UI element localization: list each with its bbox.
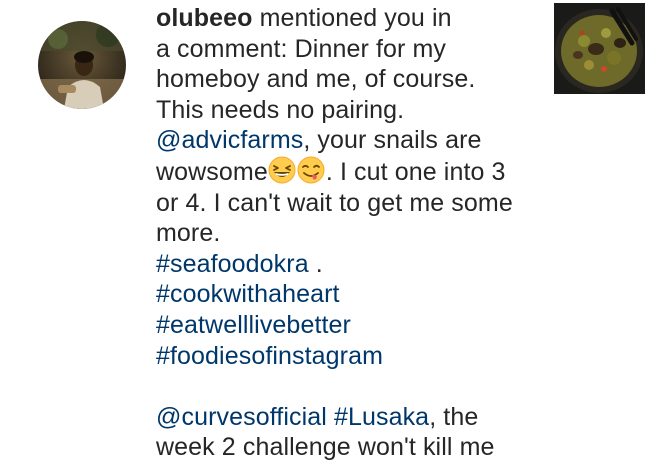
mention-notification[interactable]: olubeeo mentioned you in a comment: Dinn… [0, 0, 672, 466]
hashtag-seafoodokra[interactable]: #seafoodokra [156, 250, 309, 278]
action-text: mentioned you in [259, 4, 452, 32]
text-line-1: olubeeo mentioned you in [156, 3, 536, 34]
hashtag-lusaka[interactable]: #Lusaka [334, 403, 429, 431]
post-thumbnail[interactable] [554, 3, 645, 94]
comment-text: wowsome [156, 157, 268, 186]
food-pot-photo [554, 3, 645, 94]
comment-text: , your snails are [303, 126, 482, 155]
hashtag-cookwithaheart[interactable]: #cookwithaheart [156, 280, 340, 308]
comment-text: . [308, 249, 323, 278]
comment-space [327, 403, 334, 431]
grinning-squinting-face-icon [268, 156, 296, 184]
comment-line-12: #foodiesofinstagram [156, 341, 536, 372]
comment-line-7: or 4. I can't wait to get me some [156, 188, 513, 217]
comment-line-6: wowsome . I cut one into 3 [156, 156, 536, 188]
comment-line-4: This needs no pairing. [156, 95, 405, 124]
comment-line-9: #seafoodokra . [156, 249, 536, 280]
avatar-photo [38, 21, 126, 109]
comment-text: , the [429, 402, 479, 431]
comment-line-2: a comment: Dinner for my [156, 34, 446, 63]
comment-line-10: #cookwithaheart [156, 279, 536, 310]
comment-line-11: #eatwelllivebetter [156, 310, 536, 341]
mention-advicfarms[interactable]: @advicfarms [156, 126, 303, 154]
face-savoring-food-icon [297, 156, 325, 184]
username-link[interactable]: olubeeo [156, 4, 253, 32]
comment-line-3: homeboy and me, of course. [156, 65, 476, 94]
mention-curvesofficial[interactable]: @curvesofficial [156, 403, 327, 431]
hashtag-foodiesofinstagram[interactable]: #foodiesofinstagram [156, 342, 383, 370]
comment-line-8: more. [156, 219, 221, 248]
comment-line-14: @curvesofficial #Lusaka, the [156, 402, 536, 433]
comment-line-15: week 2 challenge won't kill me [156, 433, 495, 462]
hashtag-eatwelllivebetter[interactable]: #eatwelllivebetter [156, 311, 351, 339]
user-avatar[interactable] [38, 21, 126, 109]
notification-text: olubeeo mentioned you in a comment: Dinn… [156, 3, 536, 463]
comment-text: . I cut one into 3 [325, 157, 506, 186]
comment-line-5: @advicfarms, your snails are [156, 125, 536, 156]
